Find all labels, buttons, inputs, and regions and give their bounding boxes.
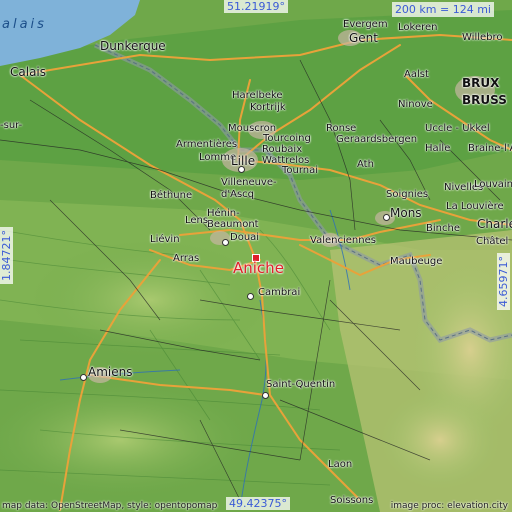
place-mons: Mons <box>390 206 422 220</box>
place-ath: Ath <box>357 159 374 170</box>
city-dot-cambrai <box>247 293 254 300</box>
place-chatel: Châtel <box>476 236 509 247</box>
right-longitude: 4.65971° <box>497 253 510 310</box>
attribution-right: image proc: elevation.city <box>390 501 508 511</box>
city-dot-lille <box>238 166 245 173</box>
place-bethune: Béthune <box>150 190 193 201</box>
place-soignies: Soignies <box>386 189 429 200</box>
place-halle: Halle <box>425 143 451 154</box>
place-braine: Braine-l'Alleud <box>468 143 512 154</box>
place-tourcoing: Tourcoing <box>263 133 311 144</box>
place-dascq: d'Ascq <box>221 189 254 200</box>
place-amiens: Amiens <box>88 365 133 379</box>
sea-label: alais <box>2 17 47 32</box>
highlight-place-label: Aniche <box>233 259 284 277</box>
place-kortrijk: Kortrijk <box>250 102 286 113</box>
city-dot-amiens <box>80 374 87 381</box>
place-aalst: Aalst <box>404 69 429 80</box>
place-ninove: Ninove <box>398 99 433 110</box>
left-longitude: 1.84721° <box>0 227 13 284</box>
top-latitude: 51.21919° <box>224 0 288 13</box>
place-lokeren: Lokeren <box>398 22 438 33</box>
city-dot-douai <box>222 239 229 246</box>
place-ronse: Ronse <box>326 123 357 134</box>
map-view[interactable]: alais Gent Evergem Lokeren Willebro Aals… <box>0 0 512 512</box>
place-uccle: Uccle - Ukkel <box>425 123 490 134</box>
place-lievin: Liévin <box>150 234 180 245</box>
place-bruss: BRUSS <box>462 93 507 107</box>
city-dot-saintquentin <box>262 392 269 399</box>
place-brux: BRUX <box>462 76 500 90</box>
place-dunkerque: Dunkerque <box>100 39 166 53</box>
place-arras: Arras <box>173 253 200 264</box>
place-willebro: Willebro <box>462 32 503 43</box>
city-dot-mons <box>383 214 390 221</box>
bottom-latitude: 49.42375° <box>226 497 290 510</box>
place-harelbeke: Harelbeke <box>232 90 283 101</box>
attribution-left: map data: OpenStreetMap, style: opentopo… <box>2 501 218 511</box>
place-calais: Calais <box>10 65 47 79</box>
place-binche: Binche <box>426 223 460 234</box>
place-cambrai: Cambrai <box>258 287 301 298</box>
place-gent: Gent <box>349 31 378 45</box>
place-louvain: Louvain- <box>474 179 512 190</box>
place-villeneuve: Villeneuve- <box>221 177 277 188</box>
scale-bar-label: 200 km = 124 mi <box>391 2 494 17</box>
place-sur: -sur- <box>0 120 23 131</box>
place-evergem: Evergem <box>343 19 388 30</box>
place-valenciennes: Valenciennes <box>310 235 376 246</box>
place-lalouviere: La Louvière <box>446 201 504 212</box>
place-geraardsbergen: Geraardsbergen <box>336 134 418 145</box>
place-tournai: Tournai <box>282 165 319 176</box>
place-beaumont: Beaumont <box>207 219 259 230</box>
place-laon: Laon <box>328 459 353 470</box>
place-charle: Charle <box>477 217 512 231</box>
place-soissons: Soissons <box>330 495 374 506</box>
place-armentieres: Armentières <box>176 139 238 150</box>
place-lens: Lens <box>185 215 209 226</box>
place-saintquentin: Saint-Quentin <box>266 379 336 390</box>
place-henin: Hénin- <box>207 208 240 219</box>
place-roubaix: Roubaix <box>262 144 303 155</box>
place-lille: Lille <box>231 154 256 168</box>
place-maubeuge: Maubeuge <box>390 256 443 267</box>
place-douai: Douai <box>230 232 260 243</box>
